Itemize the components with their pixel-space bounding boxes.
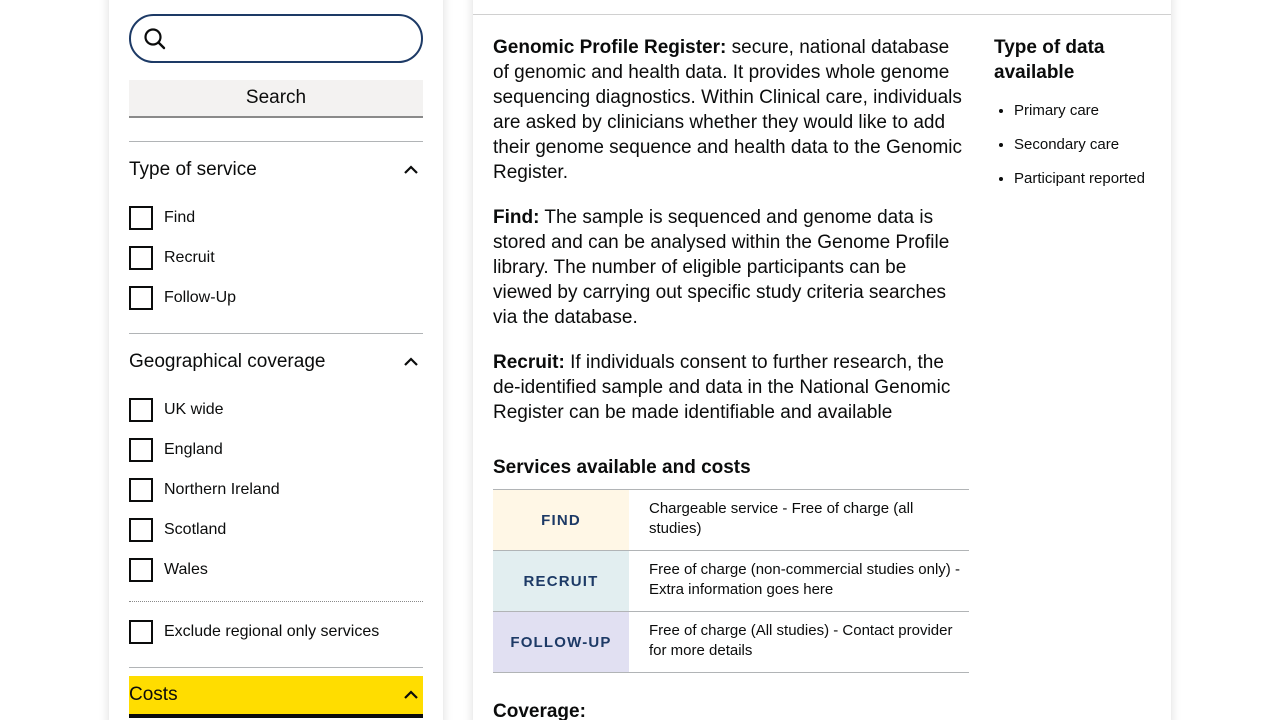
data-types-list: Primary care Secondary care Participant … bbox=[994, 101, 1164, 189]
costs-title: Costs bbox=[129, 684, 178, 705]
chevron-up-icon bbox=[404, 165, 418, 174]
checkbox[interactable] bbox=[129, 398, 153, 422]
checkbox[interactable] bbox=[129, 478, 153, 502]
checkbox[interactable] bbox=[129, 438, 153, 462]
checkbox-label: Find bbox=[164, 209, 196, 226]
service-description: Free of charge (non-commercial studies o… bbox=[649, 561, 960, 598]
service-tag: FOLLOW-UP bbox=[493, 612, 629, 672]
chevron-up-icon bbox=[404, 690, 418, 699]
paragraph-label: Genomic Profile Register: bbox=[493, 37, 727, 58]
divider bbox=[473, 14, 1171, 15]
service-tag: RECRUIT bbox=[493, 551, 629, 611]
checkbox-label: England bbox=[164, 441, 223, 458]
description-paragraph: Find: The sample is sequenced and genome… bbox=[493, 205, 969, 330]
data-types-aside: Type of data available Primary care Seco… bbox=[994, 35, 1164, 203]
service-description: Chargeable service - Free of charge (all… bbox=[649, 500, 914, 537]
service-row-follow-up: FOLLOW-UP Free of charge (All studies) -… bbox=[493, 612, 969, 673]
geographical-coverage-title: Geographical coverage bbox=[129, 351, 326, 372]
checkbox[interactable] bbox=[129, 518, 153, 542]
type-of-service-toggle[interactable]: Type of service bbox=[129, 142, 423, 198]
checkbox-label: Northern Ireland bbox=[164, 481, 280, 498]
geographical-coverage-options: UK wide England Northern Ireland Scotlan… bbox=[129, 390, 423, 590]
search-input[interactable] bbox=[175, 18, 421, 59]
paragraph-label: Recruit: bbox=[493, 352, 565, 373]
search-box[interactable] bbox=[129, 14, 423, 63]
geographical-coverage-toggle[interactable]: Geographical coverage bbox=[129, 334, 423, 390]
checkbox[interactable] bbox=[129, 620, 153, 644]
data-types-title: Type of data available bbox=[994, 37, 1105, 83]
divider bbox=[129, 667, 423, 668]
checkbox-follow-up[interactable]: Follow-Up bbox=[129, 278, 423, 318]
search-icon bbox=[144, 27, 166, 49]
filter-sidebar: Search Type of service Find Recruit Foll… bbox=[109, 0, 443, 720]
paragraph-text: The sample is sequenced and genome data … bbox=[493, 207, 950, 328]
paragraph-text: secure, national database of genomic and… bbox=[493, 37, 962, 183]
coverage-heading: Coverage: bbox=[493, 701, 586, 720]
checkbox-label: UK wide bbox=[164, 401, 224, 418]
checkbox-label: Wales bbox=[164, 561, 208, 578]
type-of-service-title: Type of service bbox=[129, 159, 257, 180]
service-description: Genomic Profile Register: secure, nation… bbox=[493, 35, 969, 720]
services-table: FIND Chargeable service - Free of charge… bbox=[493, 489, 969, 673]
checkbox-england[interactable]: England bbox=[129, 430, 423, 470]
description-paragraph: Genomic Profile Register: secure, nation… bbox=[493, 35, 969, 185]
checkbox-label: Recruit bbox=[164, 249, 215, 266]
checkbox-label: Scotland bbox=[164, 521, 227, 538]
search-button[interactable]: Search bbox=[129, 80, 423, 118]
type-of-service-options: Find Recruit Follow-Up bbox=[129, 198, 423, 318]
checkbox[interactable] bbox=[129, 246, 153, 270]
checkbox-uk-wide[interactable]: UK wide bbox=[129, 390, 423, 430]
chevron-up-icon bbox=[404, 357, 418, 366]
costs-toggle[interactable]: Costs bbox=[129, 676, 423, 718]
checkbox-wales[interactable]: Wales bbox=[129, 550, 423, 590]
service-row-recruit: RECRUIT Free of charge (non-commercial s… bbox=[493, 551, 969, 612]
checkbox-exclude-regional[interactable]: Exclude regional only services bbox=[129, 612, 423, 652]
services-heading: Services available and costs bbox=[493, 457, 751, 478]
list-item: Secondary care bbox=[1014, 135, 1164, 155]
divider bbox=[129, 601, 423, 602]
checkbox-label: Exclude regional only services bbox=[164, 623, 380, 640]
checkbox[interactable] bbox=[129, 286, 153, 310]
checkbox[interactable] bbox=[129, 558, 153, 582]
checkbox-scotland[interactable]: Scotland bbox=[129, 510, 423, 550]
paragraph-label: Find: bbox=[493, 207, 540, 228]
service-description: Free of charge (All studies) - Contact p… bbox=[649, 622, 953, 659]
service-tag: FIND bbox=[493, 490, 629, 550]
checkbox-northern-ireland[interactable]: Northern Ireland bbox=[129, 470, 423, 510]
checkbox-recruit[interactable]: Recruit bbox=[129, 238, 423, 278]
checkbox-label: Follow-Up bbox=[164, 289, 237, 306]
service-detail-panel: Genomic Profile Register: secure, nation… bbox=[473, 0, 1171, 720]
list-item: Participant reported bbox=[1014, 169, 1164, 189]
description-paragraph: Recruit: If individuals consent to furth… bbox=[493, 350, 969, 425]
checkbox-find[interactable]: Find bbox=[129, 198, 423, 238]
list-item: Primary care bbox=[1014, 101, 1164, 121]
checkbox[interactable] bbox=[129, 206, 153, 230]
service-row-find: FIND Chargeable service - Free of charge… bbox=[493, 490, 969, 551]
